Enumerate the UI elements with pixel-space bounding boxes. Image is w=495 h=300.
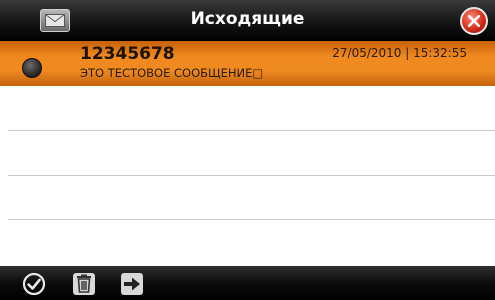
- list-divider: [8, 130, 495, 131]
- bottom-toolbar: [0, 266, 495, 300]
- message-row[interactable]: 12345678 27/05/2010 | 15:32:55 ЭТО ТЕСТО…: [0, 41, 495, 86]
- trash-icon: [73, 273, 95, 295]
- forward-button[interactable]: [120, 272, 144, 296]
- close-button[interactable]: [460, 7, 488, 35]
- delete-button[interactable]: [72, 272, 96, 296]
- select-button[interactable]: [22, 272, 46, 296]
- title-bar: Исходящие: [0, 0, 495, 41]
- message-sender: 12345678: [80, 44, 175, 64]
- selection-radio[interactable]: [22, 58, 42, 78]
- close-icon: [468, 15, 480, 27]
- list-divider: [8, 219, 495, 220]
- forward-arrow-icon: [121, 273, 143, 295]
- message-preview: ЭТО ТЕСТОВОЕ СООБЩЕНИЕ□: [80, 66, 264, 80]
- page-title: Исходящие: [190, 9, 305, 29]
- check-icon: [22, 272, 46, 296]
- list-divider: [8, 175, 495, 176]
- message-datetime: 27/05/2010 | 15:32:55: [332, 46, 467, 60]
